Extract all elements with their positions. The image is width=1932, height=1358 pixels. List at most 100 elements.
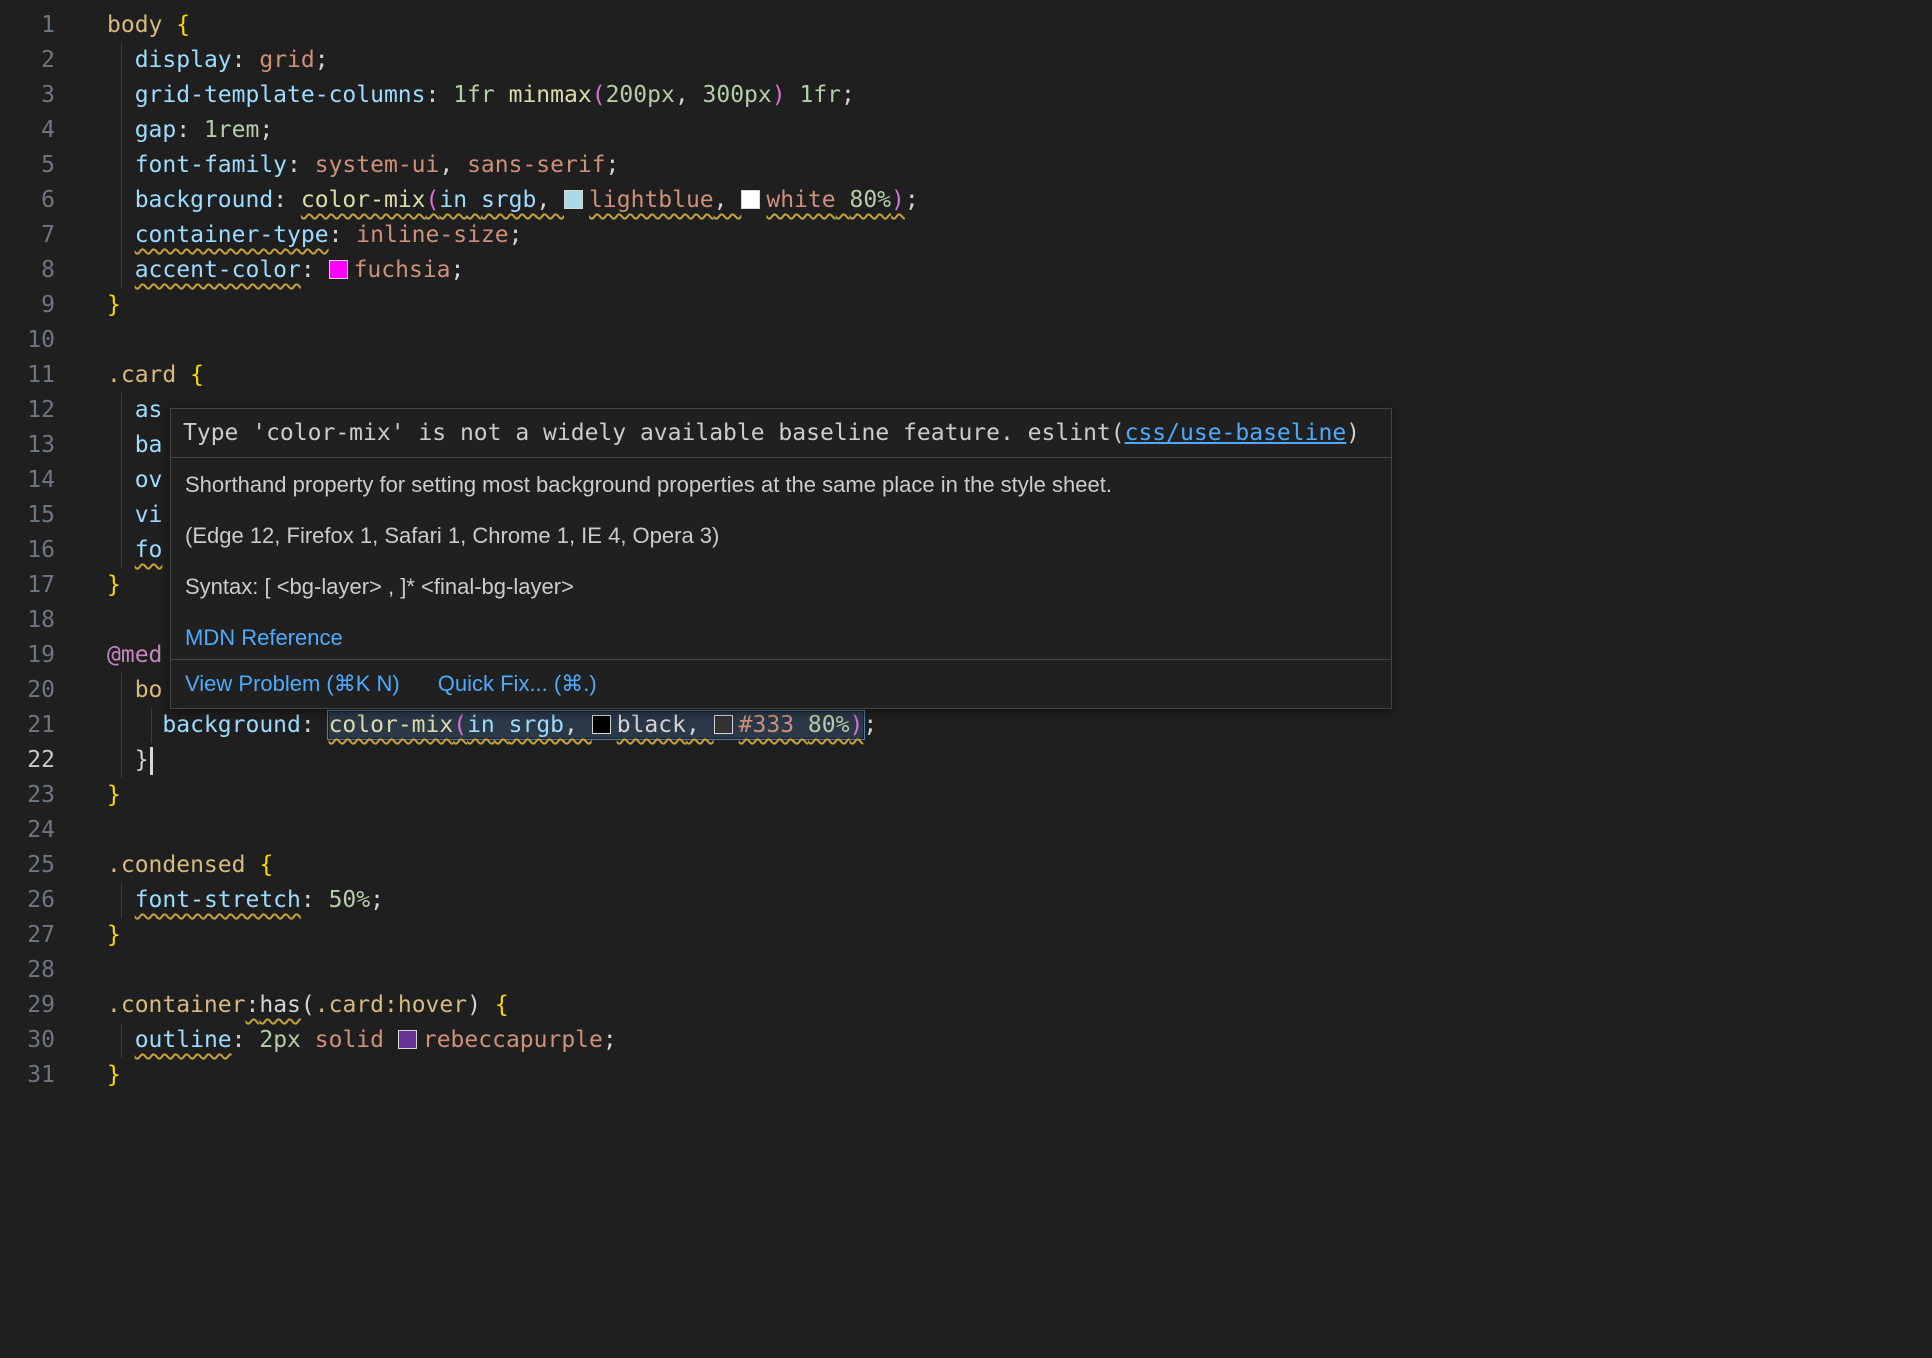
line-number[interactable]: 3 <box>0 78 55 113</box>
browser-support: (Edge 12, Firefox 1, Safari 1, Chrome 1,… <box>185 521 1377 551</box>
code-content[interactable]: grid-template-columns: 1fr minmax(200px,… <box>107 78 1932 113</box>
code-token: body <box>107 12 162 38</box>
line-number[interactable]: 21 <box>0 708 55 743</box>
line-number[interactable]: 2 <box>0 43 55 78</box>
line-number[interactable]: 19 <box>0 638 55 673</box>
code-token: container-type <box>135 222 329 248</box>
code-line: 3 grid-template-columns: 1fr minmax(200p… <box>0 78 1932 113</box>
line-number[interactable]: 18 <box>0 603 55 638</box>
code-token: srgb <box>509 712 564 738</box>
line-number[interactable]: 6 <box>0 183 55 218</box>
code-content[interactable]: .container:has(.card:hover) { <box>107 988 1932 1023</box>
line-number[interactable]: 10 <box>0 323 55 358</box>
line-number[interactable]: 25 <box>0 848 55 883</box>
color-swatch[interactable] <box>398 1030 417 1049</box>
code-content[interactable]: } <box>107 743 1932 778</box>
code-line: 8 accent-color: fuchsia; <box>0 253 1932 288</box>
code-content[interactable]: } <box>107 778 1932 813</box>
line-number[interactable]: 28 <box>0 953 55 988</box>
line-number[interactable]: 11 <box>0 358 55 393</box>
code-token: ; <box>259 117 273 143</box>
line-number[interactable]: 8 <box>0 253 55 288</box>
code-token: ; <box>509 222 523 248</box>
code-token <box>107 187 135 213</box>
code-token: gap <box>135 117 177 143</box>
code-content[interactable]: background: color-mix(in srgb, black, #3… <box>107 708 1932 743</box>
line-number[interactable]: 7 <box>0 218 55 253</box>
code-token: 1fr <box>453 82 495 108</box>
code-token: :hover <box>384 992 467 1018</box>
line-number[interactable]: 5 <box>0 148 55 183</box>
line-number[interactable]: 26 <box>0 883 55 918</box>
line-number[interactable]: 14 <box>0 463 55 498</box>
code-token: inline-size <box>356 222 508 248</box>
code-token: : <box>426 82 454 108</box>
code-token: ) <box>467 992 481 1018</box>
line-number[interactable]: 24 <box>0 813 55 848</box>
color-swatch[interactable] <box>329 260 348 279</box>
code-content[interactable]: font-stretch: 50%; <box>107 883 1932 918</box>
code-content[interactable] <box>107 323 1932 358</box>
quick-fix-button[interactable]: Quick Fix... (⌘.) <box>438 669 597 699</box>
code-content[interactable]: accent-color: fuchsia; <box>107 253 1932 288</box>
code-token <box>107 502 135 528</box>
line-number[interactable]: 30 <box>0 1023 55 1058</box>
code-token: } <box>107 572 121 598</box>
line-number[interactable]: 15 <box>0 498 55 533</box>
code-token: : <box>232 47 260 73</box>
code-token: outline <box>135 1027 232 1053</box>
code-token <box>836 187 850 213</box>
code-token <box>176 362 190 388</box>
code-content[interactable]: .card { <box>107 358 1932 393</box>
code-content[interactable]: container-type: inline-size; <box>107 218 1932 253</box>
code-content[interactable]: .condensed { <box>107 848 1932 883</box>
line-number[interactable]: 1 <box>0 8 55 43</box>
code-line: 2 display: grid; <box>0 43 1932 78</box>
code-token: : <box>329 222 357 248</box>
code-content[interactable]: body { <box>107 8 1932 43</box>
line-number[interactable]: 31 <box>0 1058 55 1093</box>
code-token: ; <box>863 712 877 738</box>
code-token: } <box>107 292 121 318</box>
code-content[interactable]: } <box>107 918 1932 953</box>
code-content[interactable] <box>107 813 1932 848</box>
code-token: ) <box>849 712 863 738</box>
color-swatch[interactable] <box>714 715 733 734</box>
code-content[interactable]: display: grid; <box>107 43 1932 78</box>
code-token <box>481 992 495 1018</box>
view-problem-button[interactable]: View Problem (⌘K N) <box>185 669 400 699</box>
code-content[interactable]: gap: 1rem; <box>107 113 1932 148</box>
code-token: grid <box>259 47 314 73</box>
code-content[interactable]: } <box>107 1058 1932 1093</box>
line-number[interactable]: 17 <box>0 568 55 603</box>
code-content[interactable]: font-family: system-ui, sans-serif; <box>107 148 1932 183</box>
line-number[interactable]: 29 <box>0 988 55 1023</box>
color-swatch[interactable] <box>741 190 760 209</box>
code-token: color-mix <box>301 187 426 213</box>
code-token: .card <box>107 362 176 388</box>
code-token: fo <box>135 537 163 563</box>
line-number[interactable]: 16 <box>0 533 55 568</box>
code-line: 23} <box>0 778 1932 813</box>
code-content[interactable]: outline: 2px solid rebeccapurple; <box>107 1023 1932 1058</box>
code-content[interactable]: } <box>107 288 1932 323</box>
color-swatch[interactable] <box>592 715 611 734</box>
line-number[interactable]: 23 <box>0 778 55 813</box>
hover-tooltip: Type 'color-mix' is not a widely availab… <box>170 408 1392 709</box>
code-line: 29 .container:has(.card:hover) { <box>0 988 1932 1023</box>
line-number[interactable]: 4 <box>0 113 55 148</box>
code-token: @med <box>107 642 162 668</box>
mdn-reference-link[interactable]: MDN Reference <box>185 625 343 650</box>
line-number[interactable]: 12 <box>0 393 55 428</box>
code-token: rebeccapurple <box>398 1027 603 1053</box>
line-number[interactable]: 9 <box>0 288 55 323</box>
line-number[interactable]: 22 <box>0 743 55 778</box>
line-number[interactable]: 27 <box>0 918 55 953</box>
eslint-rule-link[interactable]: css/use-baseline <box>1125 420 1347 446</box>
code-content[interactable]: background: color-mix(in srgb, lightblue… <box>107 183 1932 218</box>
code-token: ; <box>905 187 919 213</box>
color-swatch[interactable] <box>564 190 583 209</box>
line-number[interactable]: 20 <box>0 673 55 708</box>
code-content[interactable] <box>107 953 1932 988</box>
line-number[interactable]: 13 <box>0 428 55 463</box>
